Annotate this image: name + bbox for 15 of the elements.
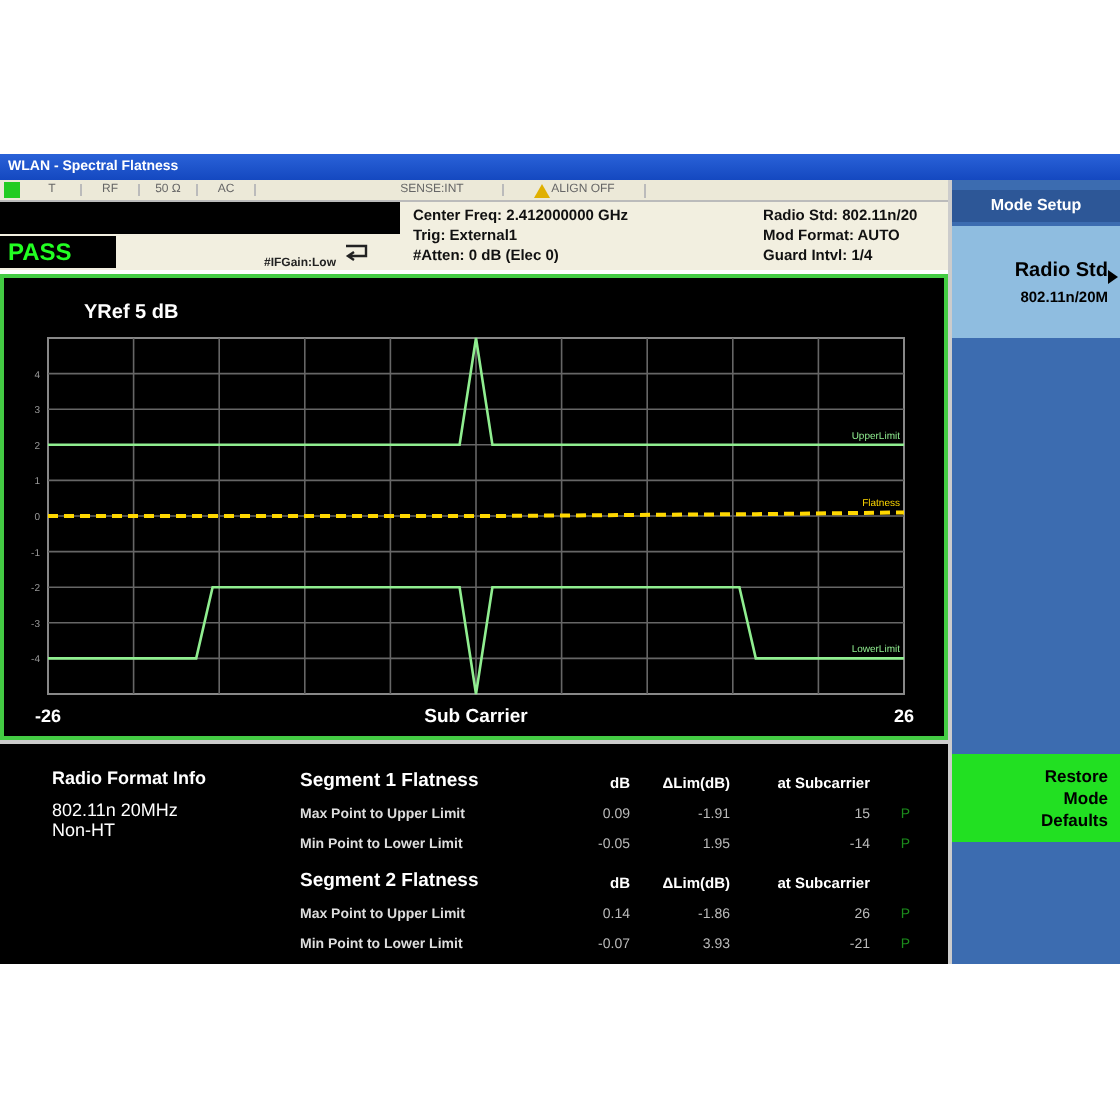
chart-title: YRef 5 dB	[84, 302, 179, 324]
menu-title: Mode Setup	[952, 190, 1120, 222]
softkey-button[interactable]: Restore Mode Defaults	[952, 754, 1120, 842]
status-indicator-icon	[4, 182, 20, 198]
axis-tick-label: 26	[894, 706, 914, 726]
submenu-arrow-icon	[1108, 270, 1118, 284]
section-title: Segment 2 Flatness	[300, 870, 481, 892]
format-text: Non-HT	[52, 820, 118, 840]
return-arrow-icon	[342, 242, 370, 262]
pass-indicator: PASS	[0, 236, 116, 268]
axis-tick-label: -26	[35, 706, 61, 726]
section-title: Radio Format Info	[52, 768, 208, 788]
axis-label: Sub Carrier	[424, 706, 528, 728]
format-text: 802.11n 20MHz	[52, 800, 180, 820]
section-title: Segment 1 Flatness	[300, 770, 481, 792]
